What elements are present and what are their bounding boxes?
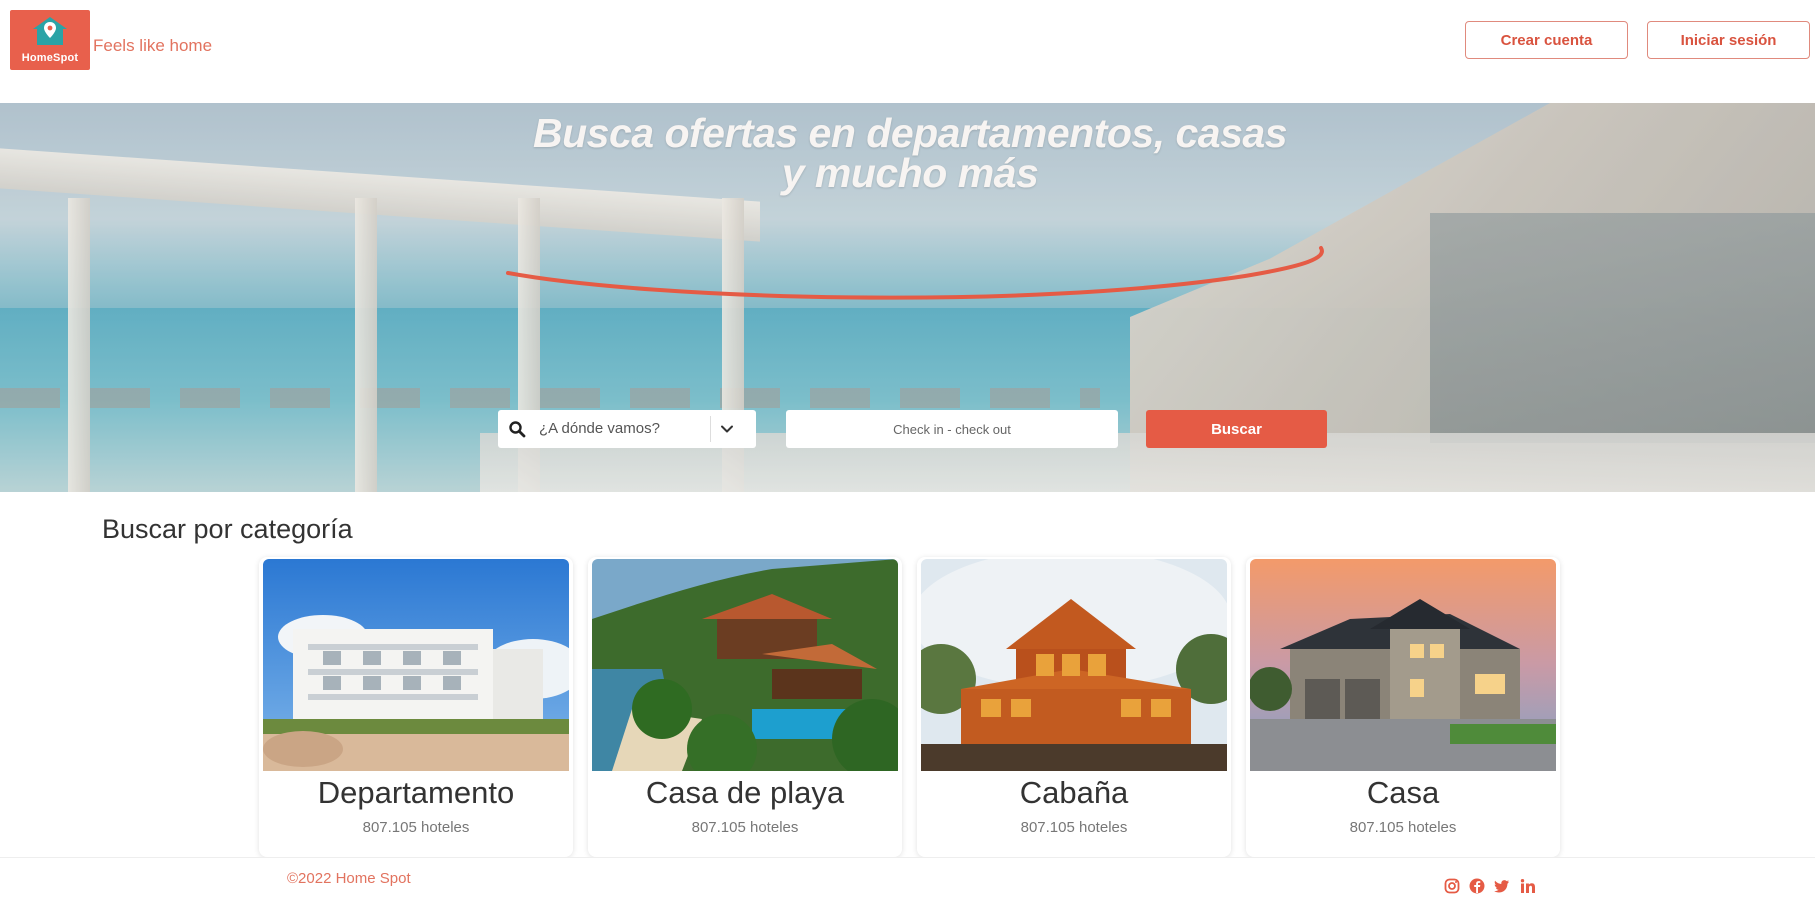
category-name: Casa [1366, 775, 1440, 810]
site-header: HomeSpot Feels like home Crear cuenta In… [0, 0, 1815, 103]
category-card-casa-de-playa[interactable]: Casa de playa 807.105 hoteles [588, 557, 902, 857]
hero-title-line2: y mucho más [781, 150, 1039, 196]
category-card-cabana[interactable]: Cabaña 807.105 hoteles [917, 557, 1231, 857]
category-section-title: Buscar por categoría [102, 514, 353, 544]
title-underline-swoosh [506, 246, 1324, 300]
copyright-text: ©2022 Home Spot [287, 870, 411, 887]
category-card-casa[interactable]: Casa 807.105 hoteles [1246, 557, 1560, 857]
hero-title: Busca ofertas en departamentos, casas y … [440, 110, 1380, 196]
category-image-departamento [263, 559, 569, 771]
login-button[interactable]: Iniciar sesión [1647, 21, 1810, 59]
linkedin-icon[interactable] [1520, 878, 1536, 894]
facebook-icon[interactable] [1469, 878, 1485, 894]
category-count: 807.105 hoteles [1349, 819, 1457, 836]
category-name: Casa de playa [645, 775, 845, 810]
destination-search-field[interactable]: ¿A dónde vamos? [498, 410, 756, 448]
site-footer: ©2022 Home Spot [0, 857, 1815, 901]
category-count: 807.105 hoteles [1020, 819, 1128, 836]
date-range-field[interactable]: Check in - check out [786, 410, 1118, 448]
instagram-icon[interactable] [1444, 878, 1460, 894]
chevron-down-icon[interactable] [720, 422, 734, 436]
search-button[interactable]: Buscar [1146, 410, 1327, 448]
create-account-button[interactable]: Crear cuenta [1465, 21, 1628, 59]
hero-title-line1: Busca ofertas en departamentos, casas [533, 110, 1288, 156]
category-count: 807.105 hoteles [362, 819, 470, 836]
search-icon [509, 421, 526, 438]
category-image-cabana [921, 559, 1227, 771]
homespot-logo[interactable]: HomeSpot [10, 10, 90, 70]
category-name: Departamento [317, 775, 515, 810]
category-name: Cabaña [1019, 775, 1129, 810]
dropdown-separator [710, 416, 711, 442]
category-image-casa [1250, 559, 1556, 771]
category-count: 807.105 hoteles [691, 819, 799, 836]
twitter-icon[interactable] [1494, 878, 1510, 894]
category-card-departamento[interactable]: Departamento 807.105 hoteles [259, 557, 573, 857]
category-image-casa-de-playa [592, 559, 898, 771]
tagline: Feels like home [93, 36, 213, 55]
house-pin-icon [33, 17, 67, 45]
logo-text: HomeSpot [21, 52, 79, 64]
destination-placeholder: ¿A dónde vamos? [539, 420, 660, 437]
